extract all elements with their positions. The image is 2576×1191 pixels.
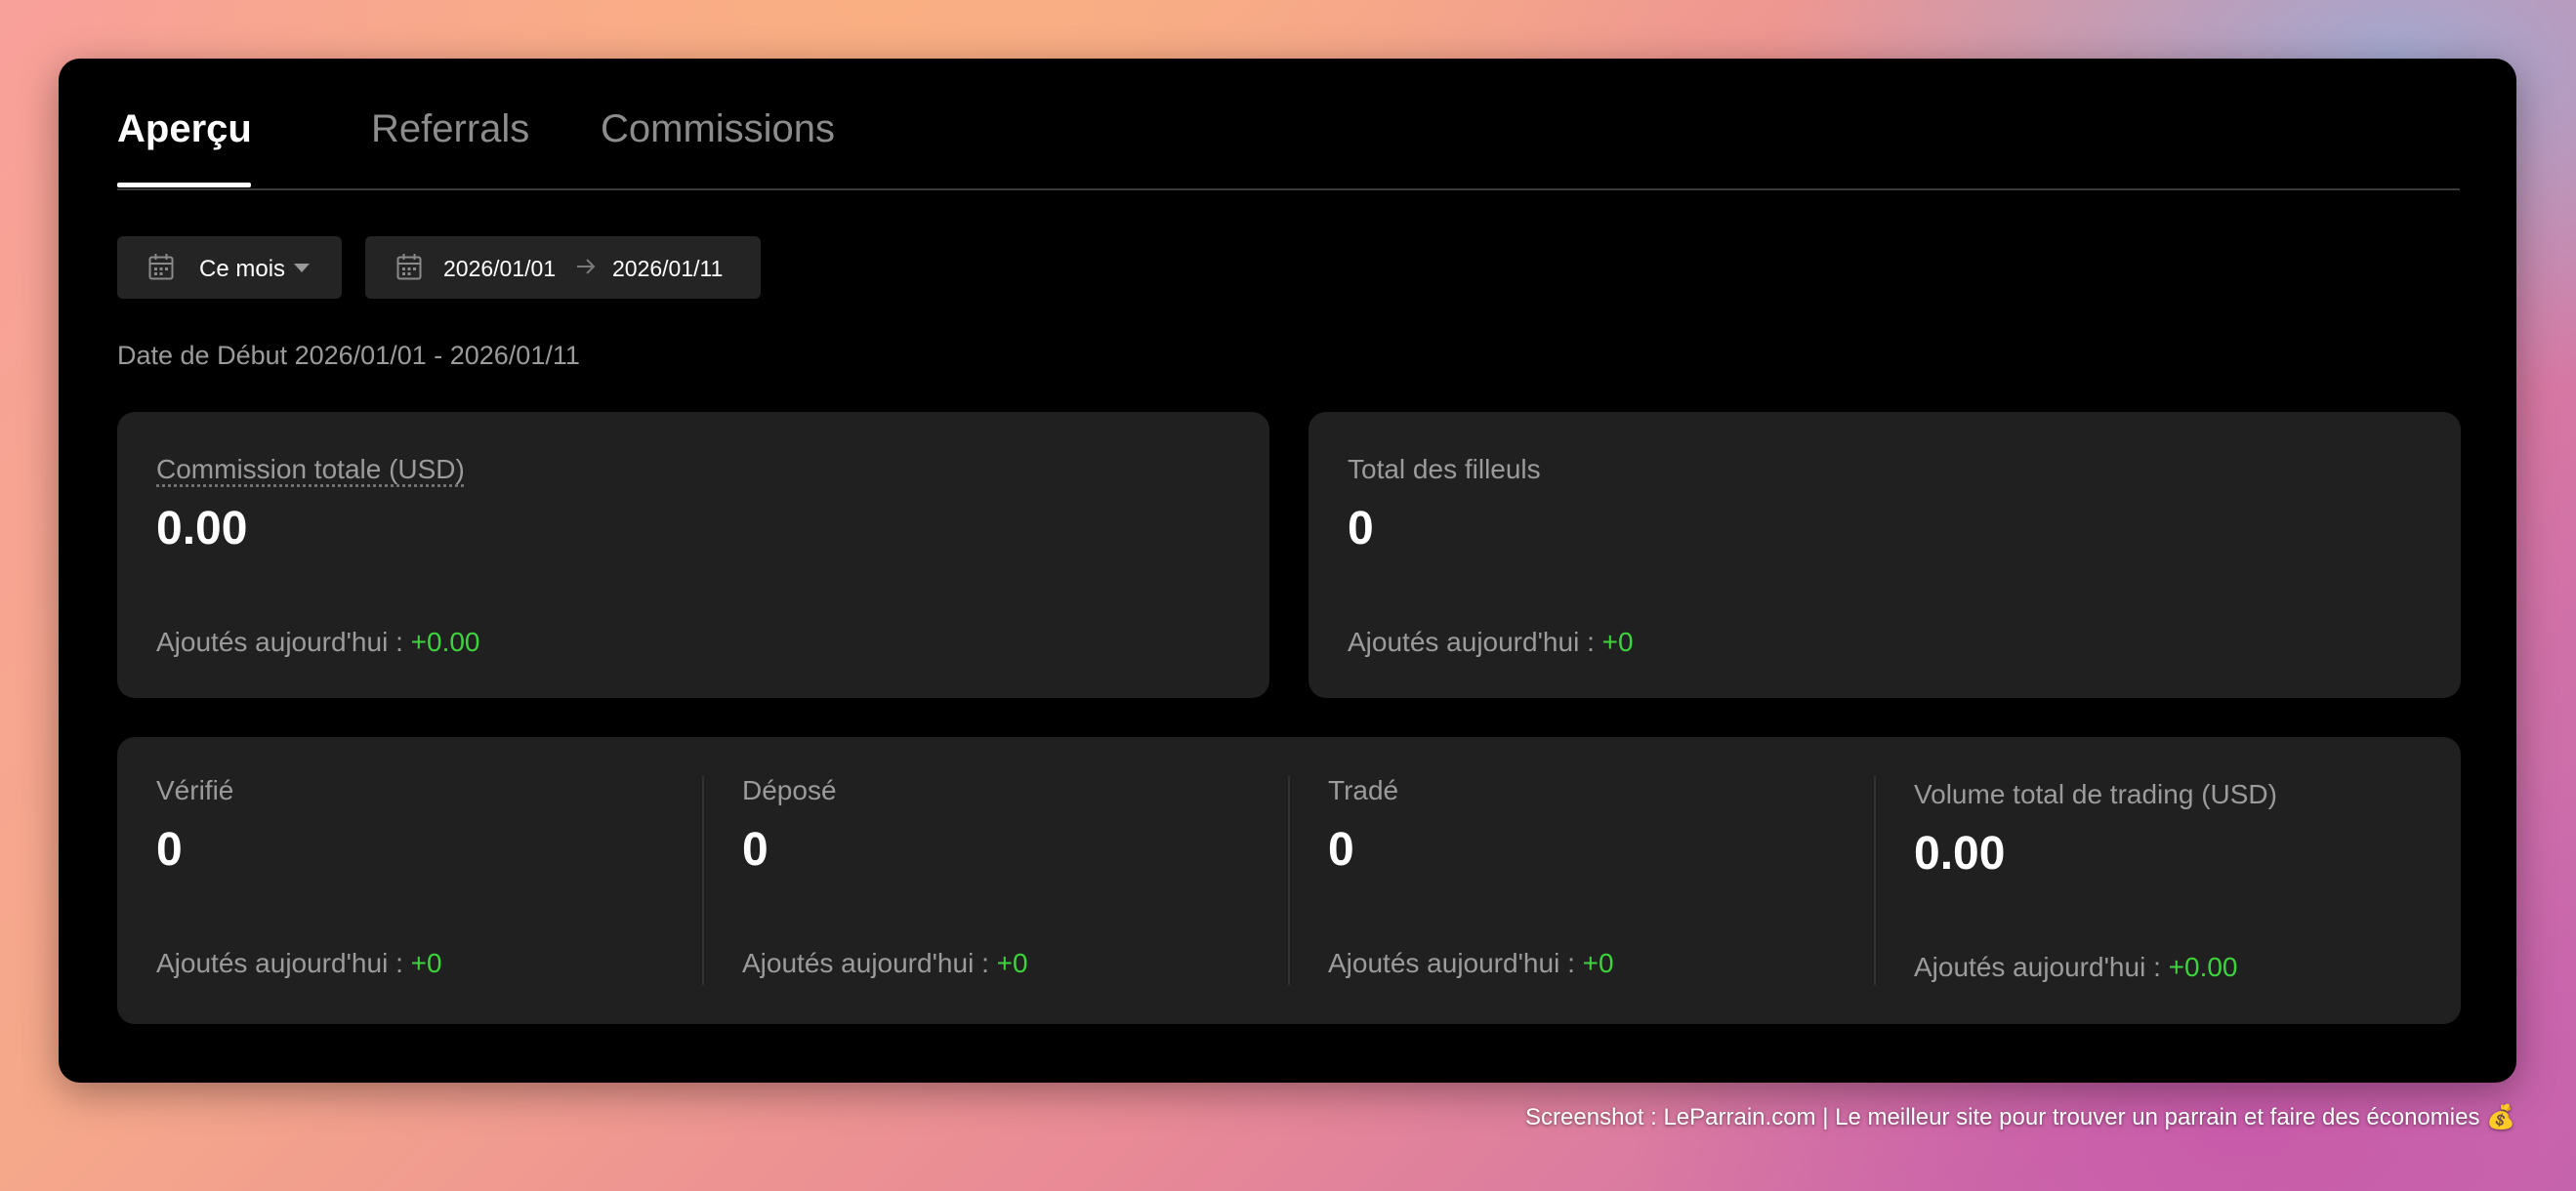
deposited-value: 0 <box>742 824 769 876</box>
commission-total-value: 0.00 <box>156 503 248 554</box>
today-label: Ajoutés aujourd'hui : <box>1328 948 1583 978</box>
stat-divider <box>702 776 704 985</box>
range-end-date[interactable]: 2026/01/11 <box>612 256 723 282</box>
referral-dashboard-panel: Aperçu Referrals Commissions Ce mois 202… <box>59 59 2516 1083</box>
calendar-icon <box>396 254 422 280</box>
tab-referrals[interactable]: Referrals <box>371 107 529 151</box>
traded-value: 0 <box>1328 824 1354 876</box>
active-tab-indicator <box>117 183 251 187</box>
verified-value: 0 <box>156 824 183 876</box>
total-referrals-label: Total des filleuls <box>1348 454 1541 484</box>
range-start-date[interactable]: 2026/01/01 <box>443 256 556 282</box>
stats-card: Vérifié 0 Ajoutés aujourd'hui : +0 Dépos… <box>117 737 2461 1024</box>
traded-label: Tradé <box>1328 775 1399 805</box>
today-delta: +0.00 <box>410 627 480 657</box>
today-delta: +0.00 <box>2168 952 2238 982</box>
period-select[interactable]: Ce mois <box>117 236 342 299</box>
today-label: Ajoutés aujourd'hui : <box>742 948 997 978</box>
tab-bar: Aperçu Referrals Commissions <box>117 59 2460 190</box>
arrow-right-icon <box>577 259 596 274</box>
total-referrals-value: 0 <box>1348 503 1374 554</box>
stat-divider <box>1288 776 1290 985</box>
total-referrals-card: Total des filleuls 0 Ajoutés aujourd'hui… <box>1309 412 2461 698</box>
today-label: Ajoutés aujourd'hui : <box>156 627 411 657</box>
deposited-label: Déposé <box>742 775 837 805</box>
caret-down-icon <box>294 264 310 272</box>
today-delta: +0 <box>996 948 1028 978</box>
trading-volume-value: 0.00 <box>1914 828 2006 880</box>
date-range-caption: Date de Début 2026/01/01 - 2026/01/11 <box>117 341 580 370</box>
today-label: Ajoutés aujourd'hui : <box>1914 952 2169 982</box>
today-label: Ajoutés aujourd'hui : <box>156 948 411 978</box>
tab-apercu[interactable]: Aperçu <box>117 107 252 151</box>
referrals-today: Ajoutés aujourd'hui : +0 <box>1348 627 1634 658</box>
today-delta: +0 <box>1601 627 1634 657</box>
screenshot-watermark: Screenshot : LeParrain.com | Le meilleur… <box>1525 1104 2515 1130</box>
tab-commissions[interactable]: Commissions <box>601 107 835 151</box>
deposited-today: Ajoutés aujourd'hui : +0 <box>742 948 1028 979</box>
calendar-icon <box>148 254 174 280</box>
today-label: Ajoutés aujourd'hui : <box>1348 627 1602 657</box>
commission-today: Ajoutés aujourd'hui : +0.00 <box>156 627 480 658</box>
traded-today: Ajoutés aujourd'hui : +0 <box>1328 948 1614 979</box>
commission-total-label[interactable]: Commission totale (USD) <box>156 454 465 485</box>
verified-label: Vérifié <box>156 775 234 805</box>
date-range-picker[interactable]: 2026/01/01 2026/01/11 <box>365 236 761 299</box>
verified-today: Ajoutés aujourd'hui : +0 <box>156 948 442 979</box>
trading-volume-label: Volume total de trading (USD) <box>1914 779 2277 809</box>
period-select-label: Ce mois <box>199 256 286 282</box>
today-delta: +0 <box>1582 948 1614 978</box>
trading-volume-today: Ajoutés aujourd'hui : +0.00 <box>1914 952 2238 983</box>
commission-total-card: Commission totale (USD) 0.00 Ajoutés auj… <box>117 412 1269 698</box>
today-delta: +0 <box>410 948 442 978</box>
stat-divider <box>1874 776 1876 985</box>
